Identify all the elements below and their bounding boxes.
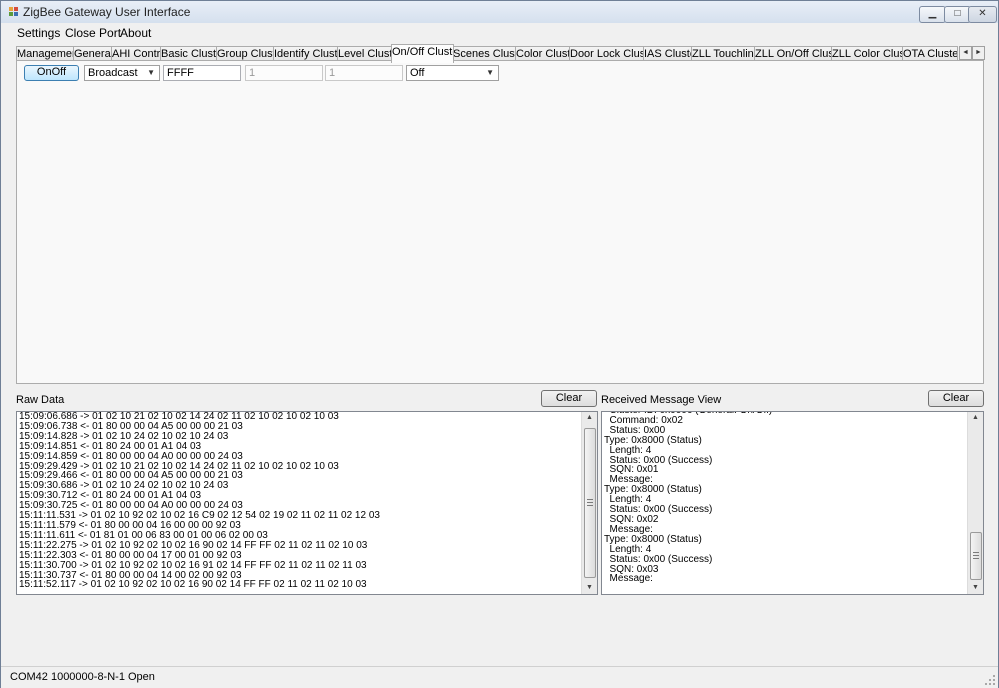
scroll-down-icon[interactable]: ▼ (582, 582, 597, 594)
maximize-button[interactable]: □ (944, 6, 971, 23)
status-bar: COM42 1000000-8-N-1 Open (1, 666, 998, 688)
chevron-down-icon: ▼ (486, 68, 494, 77)
tab-strip: Management General AHI Control Basic Clu… (16, 44, 985, 63)
command-value: Off (410, 67, 425, 79)
title-bar[interactable]: ZigBee Gateway User Interface ▁ □ ✕ (1, 1, 998, 23)
scroll-up-icon[interactable]: ▲ (582, 412, 597, 424)
chevron-down-icon: ▼ (147, 68, 155, 77)
raw-data-clear-button[interactable]: Clear (541, 390, 597, 407)
scroll-thumb[interactable] (584, 428, 596, 578)
command-select[interactable]: Off ▼ (406, 65, 499, 81)
raw-data-label: Raw Data (16, 394, 65, 406)
tab-scroll-right-icon[interactable]: ► (972, 46, 985, 60)
status-text: COM42 1000000-8-N-1 Open (10, 671, 155, 683)
dst-endpoint-input[interactable]: 1 (325, 65, 403, 81)
raw-data-log[interactable]: 15:09:06.686 -> 01 02 10 21 02 10 02 14 … (16, 411, 598, 595)
address-mode-select[interactable]: Broadcast ▼ (84, 65, 160, 81)
onoff-cluster-panel: OnOff Broadcast ▼ FFFF 1 1 Off ▼ (16, 60, 984, 384)
onoff-button[interactable]: OnOff (24, 65, 79, 81)
menu-bar: Settings Close Port About (1, 23, 998, 43)
address-mode-value: Broadcast (88, 67, 138, 79)
src-endpoint-input[interactable]: 1 (245, 65, 323, 81)
log-line: Status: 0x00 (Success) (604, 553, 713, 565)
close-button[interactable]: ✕ (968, 6, 997, 23)
window-title: ZigBee Gateway User Interface (23, 5, 191, 19)
log-line: 15:11:52.117 -> 01 02 10 92 02 10 02 16 … (19, 579, 367, 591)
address-input[interactable]: FFFF (163, 65, 241, 81)
raw-data-lines: 15:09:06.686 -> 01 02 10 21 02 10 02 14 … (19, 412, 380, 590)
tab-scroll-left-icon[interactable]: ◄ (959, 46, 972, 60)
minimize-button[interactable]: ▁ (919, 6, 946, 23)
raw-data-scrollbar[interactable]: ▲ ▼ (581, 412, 597, 594)
scroll-thumb[interactable] (970, 532, 982, 580)
main-window: ZigBee Gateway User Interface ▁ □ ✕ Sett… (0, 0, 999, 688)
received-message-log[interactable]: Cluster ID: 0x0006 (General: On/Off) Com… (601, 411, 984, 595)
log-line: Message: (604, 573, 653, 585)
menu-about[interactable]: About (120, 26, 151, 40)
received-view-label: Received Message View (601, 394, 722, 406)
received-clear-button[interactable]: Clear (928, 390, 984, 407)
app-icon (9, 7, 19, 17)
resize-grip-icon[interactable] (985, 675, 995, 685)
scroll-up-icon[interactable]: ▲ (968, 412, 983, 424)
menu-close-port[interactable]: Close Port (65, 26, 121, 40)
received-message-lines: Cluster ID: 0x0006 (General: On/Off) Com… (604, 412, 772, 585)
tab-onoff-cluster[interactable]: On/Off Cluster (391, 44, 454, 63)
log-line: 15:11:30.700 -> 01 02 10 92 02 10 02 16 … (19, 559, 367, 571)
menu-settings[interactable]: Settings (17, 26, 60, 40)
received-scrollbar[interactable]: ▲ ▼ (967, 412, 983, 594)
scroll-down-icon[interactable]: ▼ (968, 582, 983, 594)
